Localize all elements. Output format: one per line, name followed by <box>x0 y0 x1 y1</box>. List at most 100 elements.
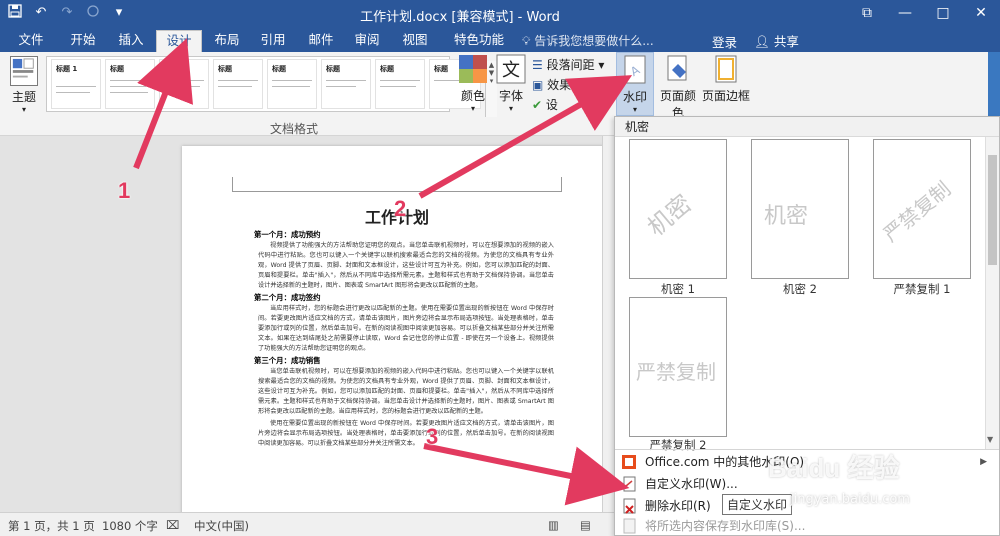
maximize-button[interactable]: □ <box>924 0 962 28</box>
watermark-caption: 机密 2 <box>783 282 817 296</box>
paragraph: 视频提供了功能强大的方法帮助您证明您的观点。当您单击联机视频时，可以在想要添加的… <box>258 242 554 289</box>
themes-button[interactable]: 主题 ▾ <box>6 56 42 114</box>
themes-icon <box>10 56 38 86</box>
tab-mailings[interactable]: 邮件 <box>298 30 344 52</box>
page-borders-button[interactable]: 页面边框 <box>702 54 750 104</box>
style-set-item[interactable]: 标题 <box>375 59 425 109</box>
set-as-default-button[interactable]: ✔ 设 <box>532 96 558 113</box>
tab-file[interactable]: 文件 <box>10 30 52 52</box>
fonts-button[interactable]: 文 字体 ▾ <box>494 54 528 113</box>
colors-label: 颜色 <box>460 89 485 103</box>
chevron-down-icon: ▾ <box>632 105 637 114</box>
watermark-label: 水印 <box>622 90 647 104</box>
print-layout-icon[interactable]: ▤ <box>580 518 591 532</box>
style-set-item[interactable]: 标题 <box>267 59 317 109</box>
watermark-caption: 严禁复制 1 <box>893 282 951 296</box>
office-icon <box>622 455 636 469</box>
watermark-option-confidential-1[interactable]: 机密 <box>629 139 727 279</box>
set-default-label: 设 <box>545 98 558 112</box>
style-set-item[interactable]: 标题 <box>159 59 209 109</box>
effects-icon: ▣ <box>532 78 544 92</box>
fonts-label: 字体 <box>498 89 523 103</box>
svg-text:文: 文 <box>502 60 520 81</box>
header-rule <box>232 191 562 192</box>
style-set-item[interactable]: 标题 <box>105 59 155 109</box>
menu-item-label: 自定义水印(W)... <box>645 477 738 491</box>
watermark-option-do-not-copy-2[interactable]: 严禁复制 <box>629 297 727 437</box>
remove-watermark-icon <box>623 498 636 514</box>
minimize-button[interactable]: — <box>886 0 924 28</box>
step-number-3: 3 <box>426 424 439 449</box>
page-color-icon <box>667 55 687 81</box>
close-button[interactable]: ✕ <box>962 0 1000 28</box>
customize-qat-icon[interactable] <box>84 4 102 22</box>
tab-insert[interactable]: 插入 <box>108 30 154 52</box>
ribbon-tabs: 文件 开始 插入 设计 布局 引用 邮件 审阅 视图 特色功能 💡︎ 告诉我您想… <box>0 28 1000 52</box>
tab-layout[interactable]: 布局 <box>204 30 250 52</box>
tab-special-features[interactable]: 特色功能 <box>446 30 512 52</box>
paragraph-spacing-icon: ☰ <box>532 58 543 72</box>
undo-icon[interactable]: ↶ <box>32 4 50 22</box>
read-mode-icon[interactable]: ▥ <box>548 518 559 532</box>
redo-icon[interactable]: ↷ <box>58 4 76 22</box>
tab-home[interactable]: 开始 <box>60 30 106 52</box>
custom-watermark-icon <box>623 476 636 492</box>
menu-item-label: 将所选内容保存到水印库(S)... <box>645 519 806 533</box>
proofing-icon[interactable]: ⌧ <box>166 518 179 532</box>
section-heading: 第二个月：成功签约 <box>254 293 321 302</box>
section-heading: 第三个月：成功销售 <box>254 356 321 365</box>
language-indicator[interactable]: 中文(中国) <box>194 518 249 534</box>
themes-label: 主题 <box>11 90 36 104</box>
paragraph-spacing-button[interactable]: ☰ 段落间距 ▾ <box>532 56 604 73</box>
document-area: 工作计划 第一个月：成功预约 视频提供了功能强大的方法帮助您证明您的观点。当您单… <box>0 136 615 526</box>
step-number-1: 1 <box>118 178 131 203</box>
style-set-item[interactable]: 标题 1 <box>51 59 101 109</box>
page-count[interactable]: 第 1 页，共 1 页 <box>8 518 95 534</box>
tooltip: 自定义水印 <box>722 494 793 515</box>
share-button[interactable]: 👤︎ 共享 <box>748 30 805 51</box>
menu-item-label: 删除水印(R) <box>645 499 711 513</box>
fonts-icon: 文 <box>496 54 526 84</box>
corner-mark <box>548 177 562 191</box>
quick-access-toolbar: ↶ ↷ ▾ <box>6 4 128 22</box>
style-set-gallery[interactable]: 标题 1 标题 标题 标题 标题 标题 标题 标题 ▲ ▼ ▾ <box>46 56 497 117</box>
chevron-down-icon: ▾ <box>21 105 26 114</box>
ribbon-display-options-icon[interactable]: ⧉ <box>848 0 886 28</box>
step-number-2: 2 <box>394 196 407 221</box>
watermark-option-confidential-2[interactable]: 机密 <box>751 139 849 279</box>
desktop-background <box>988 52 1000 116</box>
gallery-scrollbar[interactable] <box>985 137 999 449</box>
tab-design[interactable]: 设计 <box>156 30 202 52</box>
scroll-thumb[interactable] <box>988 155 997 265</box>
style-set-item[interactable]: 标题 <box>321 59 371 109</box>
word-count[interactable]: 1080 个字 <box>102 518 158 534</box>
tab-references[interactable]: 引用 <box>250 30 296 52</box>
save-icon[interactable] <box>6 4 24 22</box>
page-borders-icon <box>715 55 737 83</box>
tell-me-box[interactable]: 💡︎ 告诉我您想要做什么... <box>522 32 654 49</box>
page-color-button[interactable]: 页面颜色 <box>656 54 700 121</box>
colors-button[interactable]: 颜色 ▾ <box>456 54 490 113</box>
watermark-button[interactable]: A 水印 ▾ <box>616 52 654 116</box>
user-icon: 👤︎ <box>754 34 770 49</box>
effects-button[interactable]: ▣ 效果 ▾ <box>532 76 581 93</box>
tell-me-placeholder: 告诉我您想要做什么... <box>534 34 654 48</box>
document-title: 工作计划.docx [兼容模式] - Word <box>360 10 560 25</box>
paragraph-spacing-label: 段落间距 <box>546 58 595 72</box>
chevron-down-icon: ▾ <box>470 104 475 113</box>
group-label-document-formatting: 文档格式 <box>270 122 319 136</box>
lightbulb-icon: 💡︎ <box>522 34 531 48</box>
title-bar: ↶ ↷ ▾ 工作计划.docx [兼容模式] - Word ⧉ — □ ✕ <box>0 0 1000 28</box>
save-to-gallery-icon <box>623 518 636 534</box>
qat-dropdown-icon[interactable]: ▾ <box>110 4 128 22</box>
style-set-item[interactable]: 标题 <box>213 59 263 109</box>
login-link[interactable]: 登录 <box>712 32 737 51</box>
tab-view[interactable]: 视图 <box>392 30 438 52</box>
tab-review[interactable]: 审阅 <box>344 30 390 52</box>
document-body[interactable]: 第一个月：成功预约 视频提供了功能强大的方法帮助您证明您的观点。当您单击联机视频… <box>254 228 554 451</box>
scroll-down-icon[interactable]: ▼ <box>987 435 993 444</box>
watermark-caption: 机密 1 <box>661 282 695 296</box>
corner-mark <box>232 177 246 191</box>
menu-item-save-to-gallery: 将所选内容保存到水印库(S)... <box>615 515 999 536</box>
watermark-option-do-not-copy-1[interactable]: 严禁复制 <box>873 139 971 279</box>
